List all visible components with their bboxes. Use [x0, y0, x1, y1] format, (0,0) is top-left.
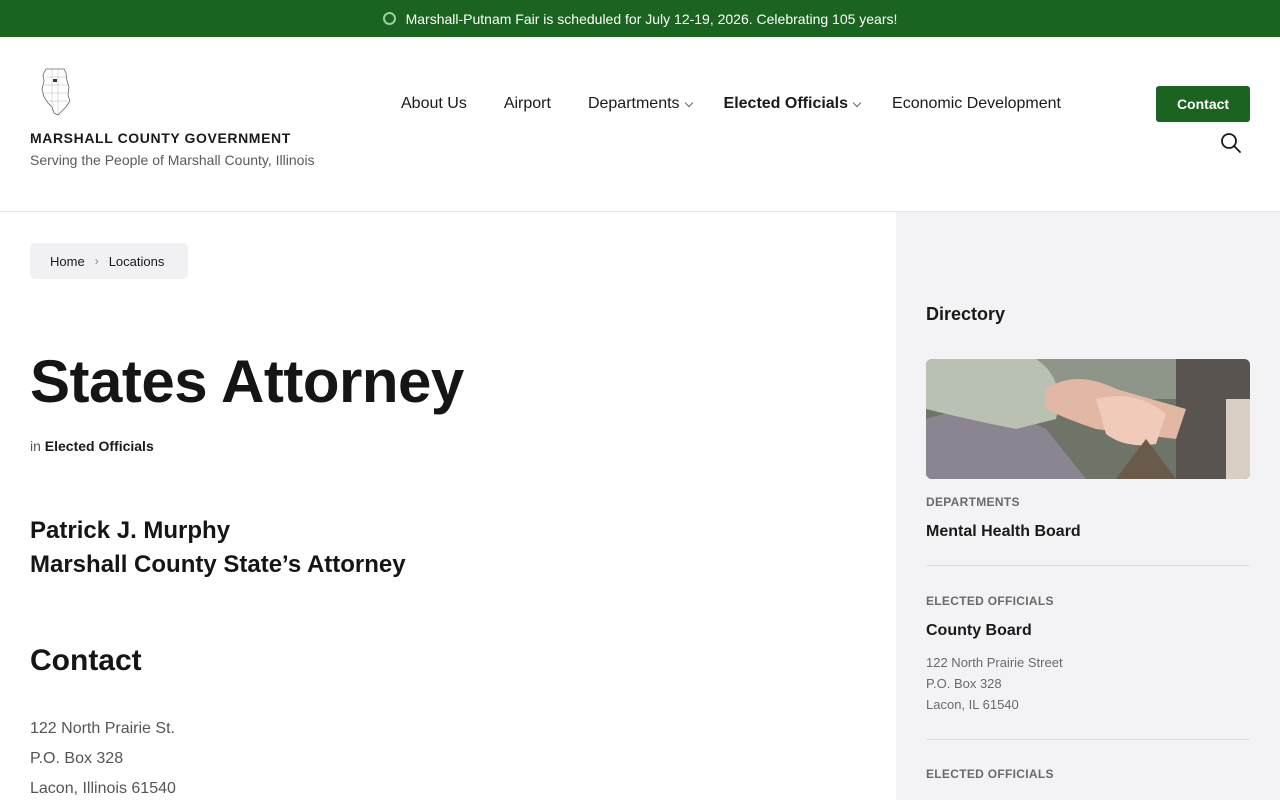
entry-category[interactable]: ELECTED OFFICIALS [926, 767, 1250, 781]
holding-hands-image[interactable] [926, 359, 1250, 479]
nav-item-label: Economic Development [892, 95, 1061, 112]
main-nav: About Us Airport Departments Elected Off… [401, 95, 1061, 113]
entry-category[interactable]: DEPARTMENTS [926, 495, 1250, 509]
official-title: Marshall County State’s Attorney [30, 551, 406, 578]
chevron-down-icon [684, 98, 693, 107]
category-prefix: in [30, 438, 41, 454]
contact-button[interactable]: Contact [1156, 86, 1250, 122]
breadcrumb-current[interactable]: Locations [109, 254, 165, 269]
address-line: P.O. Box 328 [30, 750, 124, 767]
contact-heading: Contact [30, 644, 142, 677]
address-line: 122 North Prairie Street [926, 655, 1063, 670]
divider [926, 739, 1250, 740]
directory-title: Directory [926, 304, 1006, 324]
breadcrumb-home[interactable]: Home [50, 254, 85, 269]
nav-item-label: About Us [401, 95, 467, 112]
breadcrumb: Home › Locations [30, 243, 188, 279]
entry-category[interactable]: ELECTED OFFICIALS [926, 594, 1250, 608]
entry-address: 122 North Prairie Street P.O. Box 328 La… [926, 652, 1250, 715]
chevron-right-icon: › [94, 254, 99, 268]
directory-entry: ELECTED OFFICIALS [926, 767, 1250, 781]
directory-entry: ELECTED OFFICIALS County Board 122 North… [926, 594, 1250, 740]
site-title[interactable]: MARSHALL COUNTY GOVERNMENT [30, 130, 291, 146]
nav-item-airport[interactable]: Airport [504, 95, 551, 113]
address-line: Lacon, IL 61540 [926, 697, 1019, 712]
search-icon[interactable] [1220, 132, 1242, 154]
announcement-bar: Marshall-Putnam Fair is scheduled for Ju… [0, 0, 1280, 37]
nav-item-label: Elected Officials [723, 95, 849, 112]
announcement-text: Marshall-Putnam Fair is scheduled for Ju… [405, 10, 898, 27]
nav-item-label: Airport [503, 95, 551, 112]
directory-entry: DEPARTMENTS Mental Health Board [926, 495, 1250, 566]
nav-item-economic-development[interactable]: Economic Development [892, 95, 1061, 113]
site-tagline: Serving the People of Marshall County, I… [30, 152, 315, 168]
site-header: MARSHALL COUNTY GOVERNMENT Serving the P… [0, 37, 1280, 212]
chevron-down-icon [852, 98, 862, 107]
circle-icon [382, 12, 396, 25]
category-line: in Elected Officials [30, 438, 154, 454]
directory-sidebar: Directory DEPARTMENTS Mental Health Boar… [896, 212, 1280, 800]
category-link[interactable]: Elected Officials [45, 438, 154, 454]
nav-item-elected-officials[interactable]: Elected Officials [723, 95, 862, 113]
entry-name[interactable]: Mental Health Board [926, 523, 1250, 541]
nav-item-label: Departments [587, 95, 680, 112]
official-name: Patrick J. Murphy [30, 517, 231, 544]
entry-name[interactable]: County Board [926, 622, 1250, 640]
illinois-map-icon[interactable] [40, 67, 72, 117]
divider [926, 565, 1250, 566]
official-block: Patrick J. Murphy Marshall County State’… [30, 514, 406, 582]
address-line: Lacon, Illinois 61540 [30, 780, 176, 797]
contact-address: 122 North Prairie St. P.O. Box 328 Lacon… [30, 714, 176, 800]
address-line: 122 North Prairie St. [30, 720, 175, 737]
address-line: P.O. Box 328 [926, 676, 1002, 691]
page-title: States Attorney [30, 348, 464, 415]
nav-item-departments[interactable]: Departments [587, 95, 693, 113]
nav-item-about-us[interactable]: About Us [401, 95, 467, 113]
